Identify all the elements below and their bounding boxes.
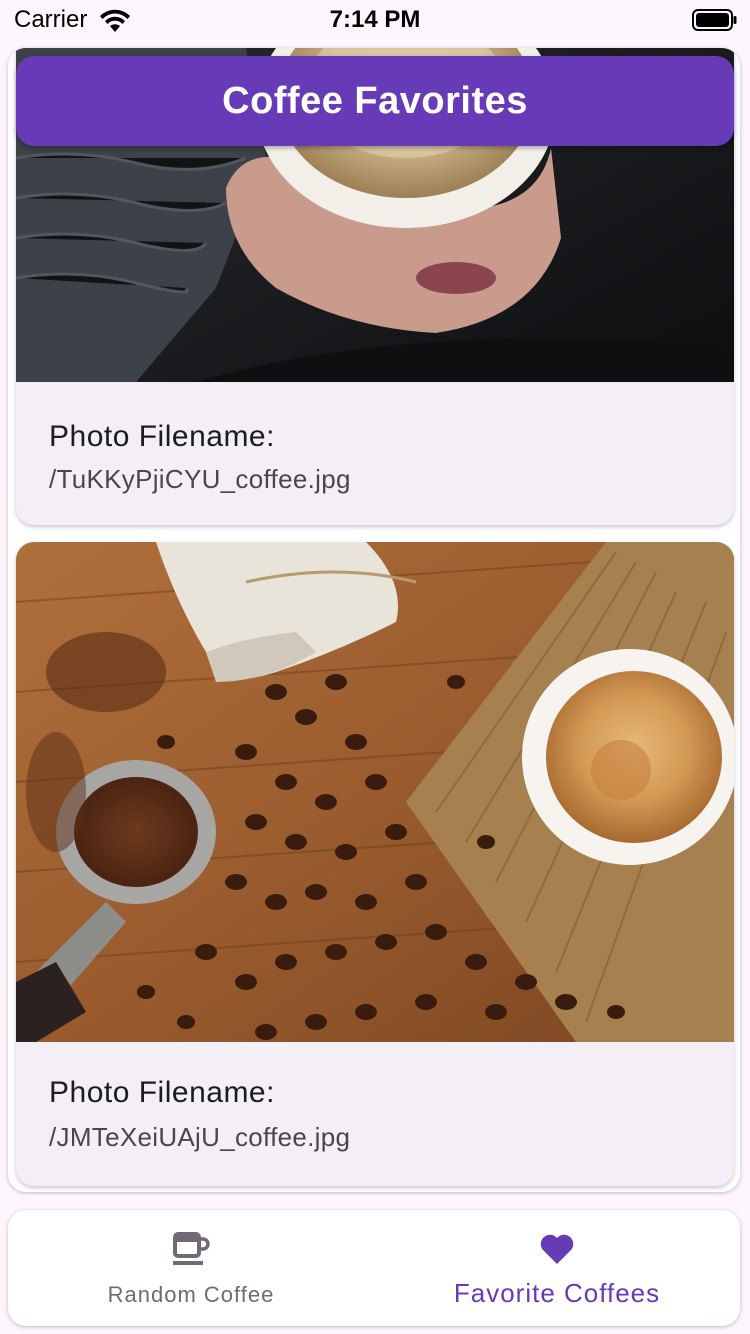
favorite-card[interactable]: Photo Filename: /JMTeXeiUAjU_coffee.jpg xyxy=(16,542,734,1186)
heart-icon xyxy=(540,1234,574,1264)
photo-filename-value: /TuKKyPjiCYU_coffee.jpg xyxy=(49,464,351,494)
photo-filename-label: Photo Filename: xyxy=(49,1076,275,1109)
nav-label: Favorite Coffees xyxy=(453,1278,661,1308)
bottom-navigation: Random Coffee Favorite Coffees xyxy=(8,1210,740,1326)
nav-label: Random Coffee xyxy=(107,1282,275,1307)
favorites-panel[interactable]: Coffee Favorites Photo Filename: /TuKKyP… xyxy=(8,48,740,1192)
photo-filename-value: /JMTeXeiUAjU_coffee.jpg xyxy=(49,1122,351,1152)
page-title: Coffee Favorites xyxy=(222,79,528,122)
coffee-photo xyxy=(16,542,734,1042)
status-bar: Carrier 7:14 PM xyxy=(0,0,750,40)
nav-item-favorite-coffees[interactable]: Favorite Coffees xyxy=(374,1210,740,1326)
battery-icon xyxy=(692,9,737,31)
nav-item-random-coffee[interactable]: Random Coffee xyxy=(8,1210,374,1326)
coffee-cup-icon xyxy=(173,1232,210,1265)
status-time: 7:14 PM xyxy=(329,6,421,33)
app-bar: Coffee Favorites xyxy=(16,56,734,146)
photo-filename-label: Photo Filename: xyxy=(49,420,275,453)
